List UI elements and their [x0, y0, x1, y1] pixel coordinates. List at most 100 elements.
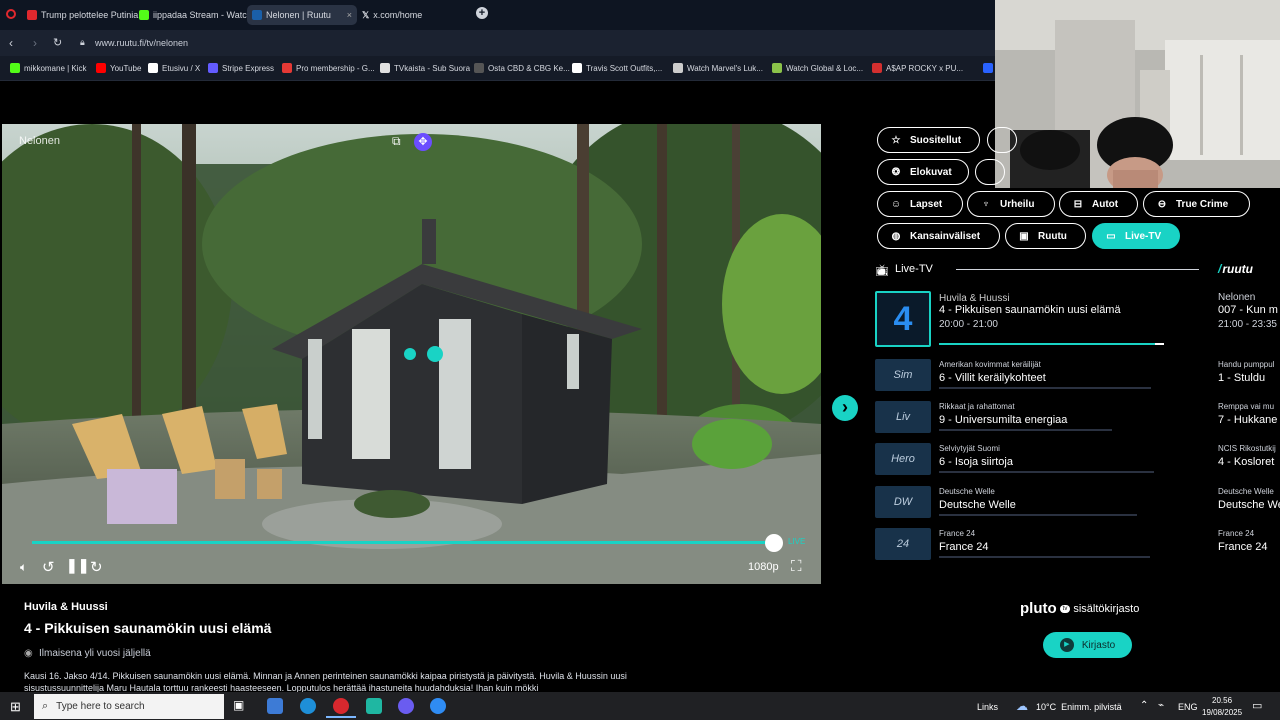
back-icon[interactable]: ‹ — [9, 36, 13, 50]
bookmark-favicon-icon — [772, 63, 782, 73]
category-icon: ❂ — [891, 166, 901, 178]
edge-icon[interactable] — [300, 698, 316, 714]
tab-1[interactable]: Trump pelottelee Putinia — [22, 5, 140, 25]
channel-logo[interactable]: 4 — [875, 291, 931, 347]
seek-bar[interactable] — [32, 541, 774, 544]
category-label: Elokuvat — [910, 166, 952, 178]
bookmark-item[interactable]: A$AP ROCKY x PU... — [872, 63, 963, 73]
bookmark-item[interactable]: Osta CBD & CBG Ke... — [474, 63, 570, 73]
next-program-title[interactable]: 1 - Stuldu — [1218, 372, 1265, 384]
channel-progress-track — [939, 429, 1112, 431]
bookmark-item[interactable]: mikkomane | Kick — [10, 63, 87, 73]
channel-logo[interactable]: Liv — [875, 401, 931, 433]
next-program-title[interactable]: 007 - Kun m — [1218, 304, 1278, 316]
bookmark-item[interactable]: Pro membership - G... — [282, 63, 375, 73]
forward-icon[interactable]: › — [33, 36, 37, 50]
channel-program-title[interactable]: France 24 — [939, 541, 989, 553]
category-chip-urheilu[interactable]: ♆ Urheilu — [967, 191, 1055, 217]
taskbar-search-box[interactable]: ⌕ Type here to search — [34, 694, 224, 719]
tab-2[interactable]: iippadaa Stream - Watch — [134, 5, 252, 25]
next-program-title[interactable]: 7 - Hukkane — [1218, 414, 1277, 426]
channel-logo[interactable]: 24 — [875, 528, 931, 560]
next-program-title[interactable]: 4 - Kosloret — [1218, 456, 1274, 468]
category-chip-ruutu[interactable]: ▣ Ruutu — [1005, 223, 1086, 249]
browser-logo-icon[interactable] — [6, 9, 16, 19]
channel-program-title[interactable]: 9 - Universumilta energiaa — [939, 414, 1067, 426]
task-view-icon[interactable]: ▣ — [233, 698, 249, 714]
opera-icon[interactable] — [333, 698, 349, 714]
bookmark-item[interactable]: Travis Scott Outfits,... — [572, 63, 662, 73]
tab-favicon-icon — [139, 10, 149, 20]
channel-program-title[interactable]: 6 - Villit keräilykohteet — [939, 372, 1046, 384]
channel-program-series: Amerikan kovimmat keräilijät — [939, 360, 1041, 369]
channel-logo[interactable]: Hero — [875, 443, 931, 475]
video-player[interactable]: Nelonen ⧉ ✥ LIVE 🔈︎ ↺ ❚❚ ↻ 1080p ⛶ — [2, 124, 821, 584]
quality-selector[interactable]: 1080p — [748, 561, 779, 573]
pause-icon[interactable]: ❚❚ — [66, 557, 89, 574]
app-icon-2[interactable] — [366, 698, 382, 714]
weather-text[interactable]: 10°C Enimm. pilvistä — [1036, 702, 1122, 712]
tab-3[interactable]: Nelonen | Ruutu × — [247, 5, 357, 25]
category-chip-partial[interactable] — [987, 127, 1017, 153]
channel-program-title[interactable]: 4 - Pikkuisen saunamökin uusi elämä — [939, 304, 1121, 316]
taskbar-links[interactable]: Links — [977, 702, 998, 712]
next-program-title[interactable]: Deutsche We — [1218, 499, 1280, 511]
notifications-icon[interactable]: ▭ — [1252, 699, 1262, 712]
channel-progress-track — [939, 343, 1164, 345]
channel-logo[interactable]: DW — [875, 486, 931, 518]
bookmark-item[interactable]: Etusivu / X — [148, 63, 200, 73]
tab-favicon-icon — [27, 10, 37, 20]
bookmark-favicon-icon — [673, 63, 683, 73]
category-chip-live-tv[interactable]: ▭ Live-TV — [1092, 223, 1180, 249]
next-program-series: France 24 — [1218, 529, 1255, 538]
category-chip-partial[interactable] — [975, 159, 1005, 185]
play-icon: ▶ — [1059, 638, 1074, 652]
seek-handle[interactable] — [765, 534, 783, 552]
new-tab-button[interactable]: + — [476, 7, 488, 19]
language-indicator[interactable]: ENG — [1178, 702, 1198, 712]
category-chip-autot[interactable]: ⊟ Autot — [1059, 191, 1138, 217]
url-field[interactable]: www.ruutu.fi/tv/nelonen — [95, 38, 188, 48]
channel-logo[interactable]: Sim — [875, 359, 931, 391]
category-chip-true-crime[interactable]: ⊖ True Crime — [1143, 191, 1250, 217]
bookmark-label: Etusivu / X — [162, 63, 201, 73]
site-info-icon[interactable]: 🔒︎ — [80, 37, 85, 48]
channel-program-title[interactable]: Deutsche Welle — [939, 499, 1016, 511]
bookmark-item[interactable]: Stripe Express — [208, 63, 274, 73]
x-logo-icon: 𝕏 — [362, 9, 370, 20]
tab-close-icon[interactable]: × — [347, 10, 352, 20]
move-handle-icon[interactable]: ✥ — [414, 133, 432, 151]
kirjasto-button[interactable]: ▶ Kirjasto — [1043, 632, 1132, 658]
fullscreen-icon[interactable]: ⛶ — [791, 558, 802, 575]
app-icon-1[interactable] — [267, 698, 283, 714]
bookmark-item[interactable]: Watch Marvel's Luk... — [673, 63, 763, 73]
bookmark-label: Watch Marvel's Luk... — [687, 63, 763, 73]
bookmark-item[interactable]: YouTube — [96, 63, 141, 73]
next-arrow-button[interactable]: › — [832, 395, 858, 421]
tab-4[interactable]: 𝕏x.com/home — [357, 5, 467, 25]
taskbar-search-placeholder: Type here to search — [56, 701, 145, 712]
clock-date[interactable]: 19/08/2025 — [1202, 708, 1242, 717]
channel-program-title[interactable]: 6 - Isoja siirtoja — [939, 456, 1013, 468]
tab-favicon-icon — [252, 10, 262, 20]
category-chip-suositellut[interactable]: ☆ Suositellut — [877, 127, 980, 153]
tray-chevron-icon[interactable]: ⌃ — [1140, 700, 1148, 711]
category-chip-elokuvat[interactable]: ❂ Elokuvat — [877, 159, 969, 185]
volume-icon[interactable]: 🔈︎ — [20, 560, 27, 575]
bookmark-item[interactable]: Watch Global & Loc... — [772, 63, 863, 73]
windows-start-icon[interactable]: ⊞ — [10, 699, 21, 715]
webcam-overlay — [995, 0, 1280, 188]
forward-skip-icon[interactable]: ↻ — [90, 558, 103, 576]
category-chip-lapset[interactable]: ☺ Lapset — [877, 191, 963, 217]
reload-icon[interactable]: ↻ — [53, 36, 62, 49]
next-program-title[interactable]: France 24 — [1218, 541, 1268, 553]
category-chip-kansainväliset[interactable]: ◍ Kansainväliset — [877, 223, 1000, 249]
pip-icon[interactable]: ⧉ — [392, 134, 401, 149]
bookmark-item[interactable]: TVkaista - Sub Suora — [380, 63, 470, 73]
network-icon[interactable]: ⌁ — [1158, 700, 1164, 711]
rewind-icon[interactable]: ↺ — [42, 558, 55, 576]
clock-time[interactable]: 20.56 — [1212, 696, 1232, 705]
app-icon-3[interactable] — [430, 698, 446, 714]
category-label: Suositellut — [910, 134, 962, 146]
discord-icon[interactable] — [398, 698, 414, 714]
